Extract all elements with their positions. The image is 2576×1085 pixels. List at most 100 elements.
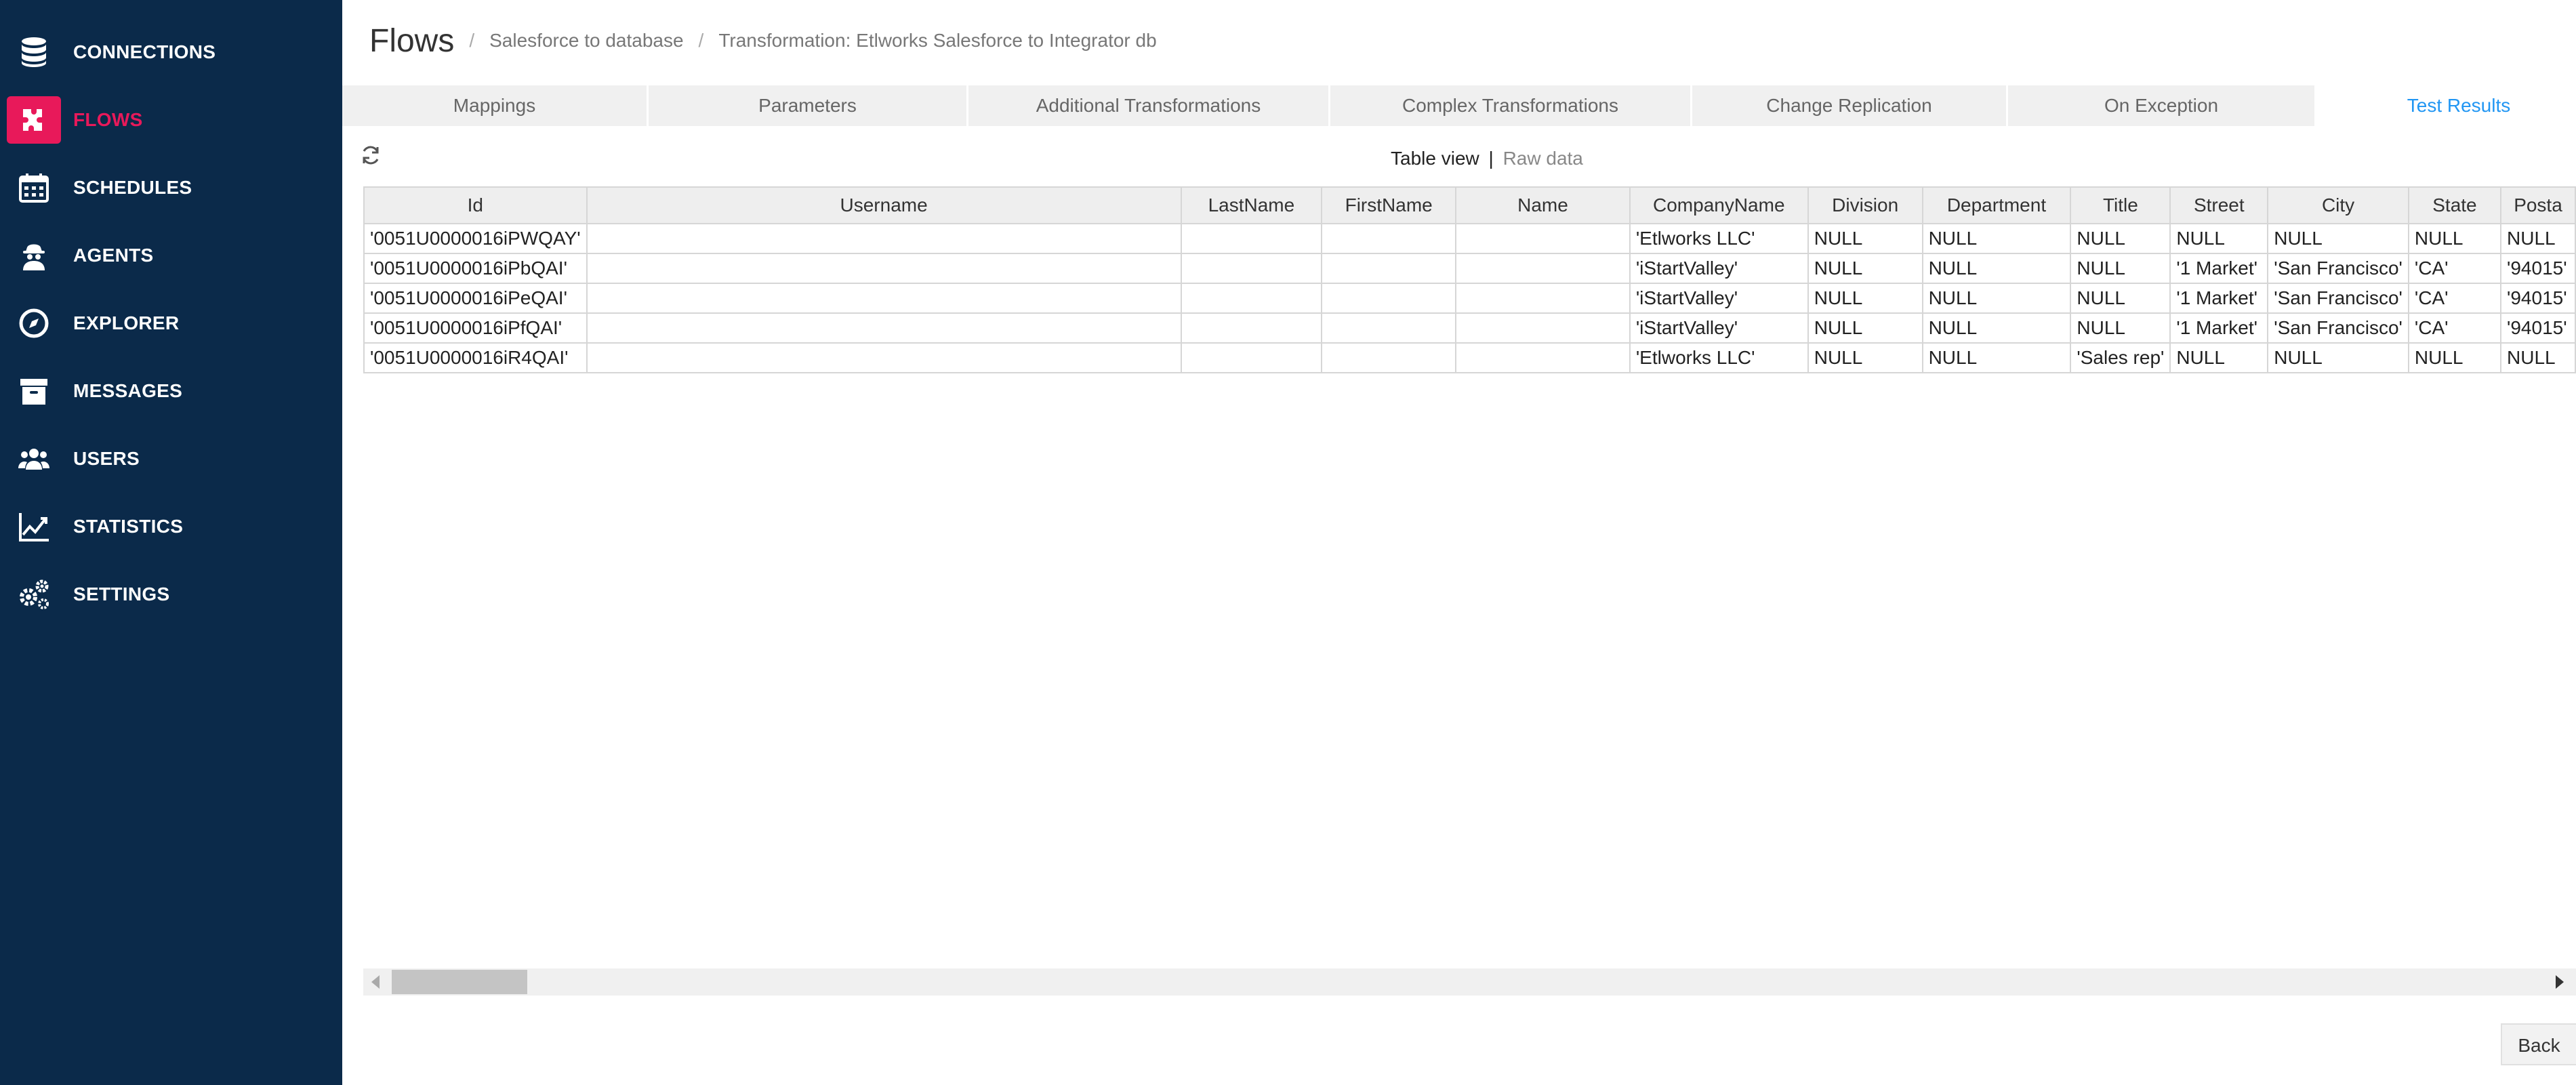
table-cell[interactable]: NULL bbox=[2407, 223, 2502, 254]
table-cell[interactable]: NULL bbox=[1921, 253, 2072, 284]
scroll-left-arrow-icon[interactable] bbox=[371, 975, 380, 989]
table-cell[interactable]: '1 Market' bbox=[2169, 283, 2269, 314]
scroll-right-arrow-icon[interactable] bbox=[2556, 975, 2564, 989]
table-cell[interactable] bbox=[586, 312, 1182, 344]
table-row[interactable]: '0051U0000016iPbQAI''iStartValley' NULL NU… bbox=[363, 253, 2576, 284]
table-cell[interactable]: '0051U0000016iPWQAY' bbox=[363, 223, 588, 254]
scrollbar-thumb[interactable] bbox=[392, 970, 527, 994]
table-cell[interactable]: '1 Market' bbox=[2169, 253, 2269, 284]
table-cell[interactable]: '1 Market' bbox=[2169, 312, 2269, 344]
table-cell[interactable] bbox=[1321, 253, 1457, 284]
table-cell[interactable]: 'San Francisco' bbox=[2267, 312, 2409, 344]
table-cell[interactable] bbox=[1180, 283, 1323, 314]
table-row[interactable]: '0051U0000016iR4QAI' 'Etlworks LLC' NULL NU… bbox=[363, 342, 2576, 373]
column-header[interactable]: Division bbox=[1807, 186, 1923, 224]
tab-mappings[interactable]: Mappings bbox=[342, 85, 649, 126]
sidebar-item-schedules[interactable]: SCHEDULES bbox=[0, 157, 342, 218]
table-cell[interactable]: NULL bbox=[2500, 342, 2576, 373]
table-cell[interactable]: NULL bbox=[1807, 223, 1923, 254]
table-cell[interactable]: 'iStartValley' bbox=[1629, 253, 1809, 284]
column-header[interactable]: State bbox=[2407, 186, 2502, 224]
sidebar-item-users[interactable]: USERS bbox=[0, 428, 342, 489]
tab-complex-transformations[interactable]: Complex Transformations bbox=[1330, 85, 1692, 126]
table-row[interactable]: '0051U0000016iPfQAI''iStartValley' NULL NU… bbox=[363, 312, 2576, 344]
table-cell[interactable]: NULL bbox=[2070, 223, 2171, 254]
table-cell[interactable]: '94015' bbox=[2500, 283, 2576, 314]
table-cell[interactable] bbox=[1321, 312, 1457, 344]
table-cell[interactable]: '0051U0000016iPfQAI' bbox=[363, 312, 588, 344]
table-cell[interactable]: NULL bbox=[2500, 223, 2576, 254]
table-cell[interactable]: '0051U0000016iPeQAI' bbox=[363, 283, 588, 314]
table-row[interactable]: '0051U0000016iPWQAY' 'Etlworks LLC' NULL NU… bbox=[363, 223, 2576, 254]
table-view-link[interactable]: Table view bbox=[1391, 148, 1479, 169]
column-header[interactable]: Id bbox=[363, 186, 588, 224]
table-cell[interactable] bbox=[586, 283, 1182, 314]
table-cell[interactable] bbox=[1321, 223, 1457, 254]
table-cell[interactable]: 'San Francisco' bbox=[2267, 253, 2409, 284]
table-cell[interactable]: NULL bbox=[1921, 283, 2072, 314]
table-cell[interactable]: NULL bbox=[2070, 283, 2171, 314]
table-cell[interactable]: NULL bbox=[1807, 283, 1923, 314]
column-header[interactable]: Department bbox=[1921, 186, 2072, 224]
column-header[interactable]: FirstName bbox=[1321, 186, 1457, 224]
table-cell[interactable]: 'Etlworks LLC' bbox=[1629, 342, 1809, 373]
table-cell[interactable]: NULL bbox=[2070, 312, 2171, 344]
column-header[interactable]: Posta bbox=[2500, 186, 2576, 224]
table-cell[interactable] bbox=[1180, 253, 1323, 284]
table-cell[interactable]: 'Etlworks LLC' bbox=[1629, 223, 1809, 254]
sidebar-item-messages[interactable]: MESSAGES bbox=[0, 361, 342, 422]
tab-parameters[interactable]: Parameters bbox=[649, 85, 968, 126]
table-cell[interactable] bbox=[1455, 223, 1631, 254]
table-cell[interactable] bbox=[1455, 253, 1631, 284]
table-cell[interactable]: '0051U0000016iR4QAI' bbox=[363, 342, 588, 373]
table-cell[interactable]: NULL bbox=[1807, 342, 1923, 373]
refresh-icon[interactable] bbox=[359, 144, 382, 167]
sidebar-item-flows[interactable]: FLOWS bbox=[0, 89, 342, 150]
tab-change-replication[interactable]: Change Replication bbox=[1692, 85, 2008, 126]
table-cell[interactable]: NULL bbox=[2267, 223, 2409, 254]
table-cell[interactable]: NULL bbox=[1921, 223, 2072, 254]
sidebar-item-statistics[interactable]: STATISTICS bbox=[0, 496, 342, 557]
table-cell[interactable]: NULL bbox=[1921, 342, 2072, 373]
table-cell[interactable]: 'CA' bbox=[2407, 283, 2502, 314]
column-header[interactable]: City bbox=[2267, 186, 2409, 224]
table-cell[interactable]: '94015' bbox=[2500, 312, 2576, 344]
back-button[interactable]: Back bbox=[2501, 1023, 2576, 1065]
column-header[interactable]: LastName bbox=[1180, 186, 1323, 224]
table-cell[interactable]: 'iStartValley' bbox=[1629, 312, 1809, 344]
column-header[interactable]: Street bbox=[2169, 186, 2269, 224]
table-cell[interactable]: 'Sales rep' bbox=[2070, 342, 2171, 373]
table-cell[interactable] bbox=[586, 223, 1182, 254]
table-cell[interactable] bbox=[1321, 283, 1457, 314]
horizontal-scrollbar[interactable] bbox=[363, 968, 2576, 996]
table-cell[interactable]: 'CA' bbox=[2407, 253, 2502, 284]
table-cell[interactable] bbox=[1180, 312, 1323, 344]
table-cell[interactable]: NULL bbox=[2169, 342, 2269, 373]
breadcrumb-flow[interactable]: Salesforce to database bbox=[489, 30, 683, 52]
tab-on-exception[interactable]: On Exception bbox=[2008, 85, 2316, 126]
table-cell[interactable] bbox=[586, 342, 1182, 373]
breadcrumb-transformation[interactable]: Transformation: Etlworks Salesforce to I… bbox=[718, 30, 1156, 52]
table-cell[interactable]: NULL bbox=[2267, 342, 2409, 373]
sidebar-item-settings[interactable]: SETTINGS bbox=[0, 564, 342, 625]
sidebar-item-explorer[interactable]: EXPLORER bbox=[0, 293, 342, 354]
table-cell[interactable] bbox=[1180, 342, 1323, 373]
table-cell[interactable] bbox=[586, 253, 1182, 284]
table-cell[interactable]: 'San Francisco' bbox=[2267, 283, 2409, 314]
table-cell[interactable] bbox=[1455, 283, 1631, 314]
table-cell[interactable]: NULL bbox=[1807, 312, 1923, 344]
column-header[interactable]: Name bbox=[1455, 186, 1631, 224]
table-cell[interactable]: NULL bbox=[2070, 253, 2171, 284]
sidebar-item-agents[interactable]: AGENTS bbox=[0, 225, 342, 286]
table-cell[interactable]: 'iStartValley' bbox=[1629, 283, 1809, 314]
column-header[interactable]: Title bbox=[2070, 186, 2171, 224]
table-cell[interactable] bbox=[1455, 342, 1631, 373]
table-cell[interactable] bbox=[1180, 223, 1323, 254]
sidebar-item-connections[interactable]: CONNECTIONS bbox=[0, 22, 342, 83]
tab-additional-transformations[interactable]: Additional Transformations bbox=[968, 85, 1330, 126]
table-cell[interactable]: NULL bbox=[1921, 312, 2072, 344]
table-cell[interactable] bbox=[1321, 342, 1457, 373]
table-cell[interactable]: '94015' bbox=[2500, 253, 2576, 284]
table-cell[interactable] bbox=[1455, 312, 1631, 344]
table-cell[interactable]: NULL bbox=[1807, 253, 1923, 284]
